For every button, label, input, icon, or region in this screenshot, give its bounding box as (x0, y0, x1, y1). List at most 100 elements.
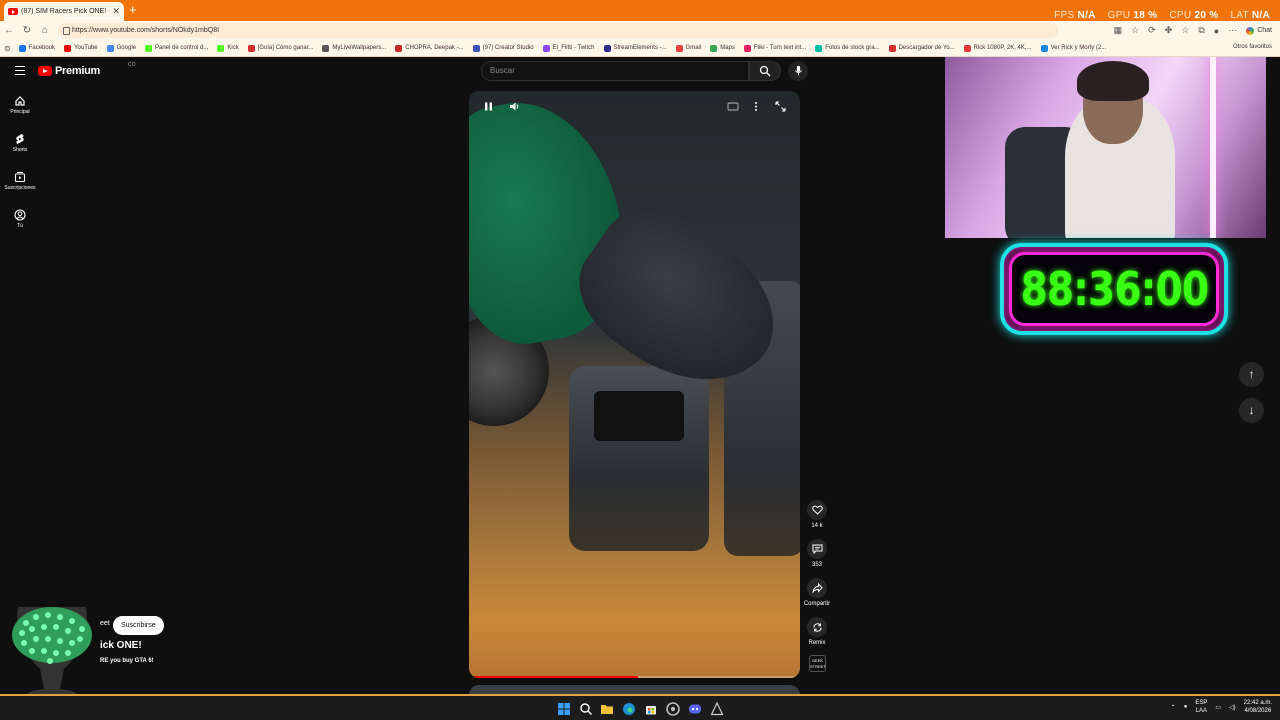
browser-navbar: ← ↻ ⌂ https://www.youtube.com/shorts/NOk… (0, 21, 1280, 40)
remix-action[interactable]: Remix (803, 617, 831, 646)
bookmark-item[interactable]: Facebook (18, 44, 55, 52)
volume-icon[interactable] (509, 101, 520, 112)
youtube-logo[interactable]: Premium CO (38, 62, 136, 77)
bookmark-item[interactable]: (97) Creator Studio (472, 44, 534, 52)
chat-button[interactable]: Chat (1246, 26, 1272, 35)
store-icon[interactable] (644, 702, 658, 716)
bookmark-item[interactable]: StreamElements -... (603, 44, 667, 52)
chrome-icon[interactable] (666, 702, 680, 716)
edge-browser-icon[interactable] (622, 702, 636, 716)
pause-icon[interactable] (483, 101, 494, 112)
bookmark-item[interactable]: Gmail (675, 44, 701, 52)
search-button[interactable] (749, 61, 781, 81)
back-icon[interactable]: ← (0, 25, 18, 36)
remix-button[interactable] (807, 617, 827, 637)
sound-thumbnail[interactable]: GEEK STREET (809, 655, 826, 672)
bookmark-item[interactable]: Maps (710, 44, 735, 52)
bookmark-favicon-icon (18, 44, 26, 52)
bookmark-item[interactable]: Ver Rick y Morty (2... (1040, 44, 1107, 52)
extension-icon[interactable]: ✤ (1165, 25, 1173, 36)
next-short-button[interactable]: ↓ (1239, 398, 1264, 423)
sidebar-item-subscriptions[interactable]: Suscripciones (0, 171, 40, 191)
channel-name[interactable]: eet (100, 620, 110, 627)
bookmark-item[interactable]: Descargador de Yo... (888, 44, 955, 52)
taskbar-search-icon[interactable] (579, 702, 593, 716)
subscriptions-icon (14, 172, 26, 183)
bookmark-item[interactable]: MyLiveWallpapers... (322, 44, 386, 52)
bookmark-item[interactable]: Panel de control d... (145, 44, 208, 52)
browser-tab[interactable]: (87) SIM Racers Pick ONE! - Y ✕ (4, 2, 124, 21)
bookmark-favicon-icon (217, 44, 225, 52)
network-icon[interactable]: ▭ (1215, 704, 1221, 711)
grid-icon[interactable]: ▦ (1114, 25, 1123, 36)
captions-icon[interactable] (727, 101, 739, 112)
shorts-video-player[interactable] (469, 91, 800, 678)
sidebar-item-shorts[interactable]: Shorts (0, 133, 40, 153)
bookmark-label: (97) Creator Studio (482, 45, 534, 51)
bookmark-favicon-icon (472, 44, 480, 52)
windows-start-icon[interactable] (557, 702, 571, 716)
bookmark-item[interactable]: Kick (217, 44, 239, 52)
favorites-icon[interactable]: ☆ (1181, 25, 1189, 36)
sidebar-item-you[interactable]: Tú (0, 209, 40, 229)
sidebar-item-home[interactable]: Principal (0, 95, 40, 115)
browser-titlebar: (87) SIM Racers Pick ONE! - Y ✕ + FPS N/… (0, 0, 1280, 21)
subscribe-button[interactable]: Suscribirse (113, 616, 164, 635)
video-progress-bar[interactable] (469, 676, 800, 678)
comment-button[interactable] (807, 539, 827, 559)
comment-action[interactable]: 353 (803, 539, 831, 568)
address-bar[interactable]: https://www.youtube.com/shorts/NOkdy1mbQ… (58, 23, 1058, 38)
bookmark-item[interactable]: El_Flitti - Twitch (542, 44, 595, 52)
voice-search-button[interactable] (788, 61, 808, 81)
language-indicator[interactable]: ESP LAA (1195, 699, 1207, 715)
like-button[interactable] (807, 500, 827, 520)
speaker-icon[interactable]: ◁) (1229, 704, 1236, 711)
microphone-icon (794, 65, 802, 76)
bookmark-item[interactable]: YouTube (64, 44, 98, 52)
share-action[interactable]: Compartir (803, 578, 831, 607)
discord-icon[interactable] (688, 702, 702, 716)
menu-icon[interactable] (15, 66, 25, 75)
refresh-icon[interactable]: ⟳ (1148, 25, 1156, 36)
windows-taskbar: ⌃ ● ESP LAA ▭ ◁) 22:42 a.m. 4/08/2026 (0, 694, 1280, 720)
bookmark-label: Fotos de stock gra... (825, 45, 880, 51)
bookmark-label: Maps (720, 45, 735, 51)
more-options-icon[interactable] (752, 101, 760, 112)
share-label: Compartir (803, 601, 831, 607)
arrow-down-icon: ↓ (1248, 403, 1255, 417)
bookmark-item[interactable]: Google (106, 44, 136, 52)
file-explorer-icon[interactable] (600, 702, 614, 716)
bookmark-item[interactable]: Rick 1080P, 2K, 4K,... (963, 44, 1032, 52)
bookmark-item[interactable]: Fliki - Turn text int... (743, 44, 806, 52)
bookmark-label: [Guía] Cómo ganar... (257, 45, 314, 51)
bookmarks-toggle-icon[interactable]: ⊜ (4, 44, 11, 53)
reload-icon[interactable]: ↻ (18, 25, 36, 36)
like-action[interactable]: 14 k (803, 500, 831, 529)
tab-close-icon[interactable]: ✕ (112, 6, 120, 17)
app-icon[interactable] (710, 702, 724, 716)
tray-overflow-icon[interactable]: ⌃ (1171, 704, 1176, 711)
clock[interactable]: 22:42 a.m. 4/08/2026 (1244, 699, 1272, 715)
collections-icon[interactable]: ⧉ (1198, 25, 1204, 36)
bookmark-item[interactable]: CHOPRA, Deepak -... (395, 44, 464, 52)
bookmark-star-icon[interactable]: ☆ (1131, 25, 1139, 36)
home-button-icon[interactable]: ⌂ (36, 25, 54, 36)
tray-mic-icon[interactable]: ● (1184, 704, 1188, 710)
more-icon[interactable]: ⋯ (1228, 25, 1237, 36)
share-button[interactable] (807, 578, 827, 598)
bookmark-item[interactable]: Fotos de stock gra... (815, 44, 880, 52)
bookmark-favicon-icon (106, 44, 114, 52)
other-bookmarks[interactable]: Otros favoritos (1233, 44, 1272, 50)
search-input[interactable]: Buscar (481, 61, 749, 81)
toolbar-right: ▦ ☆ ⟳ ✤ ☆ ⧉ ● ⋯ Chat (1114, 21, 1272, 40)
profile-icon[interactable]: ● (1214, 26, 1219, 36)
video-progress-fill (469, 676, 638, 678)
new-tab-button[interactable]: + (129, 3, 137, 17)
bookmark-favicon-icon (1040, 44, 1048, 52)
bookmark-label: Ver Rick y Morty (2... (1050, 45, 1107, 51)
bookmark-item[interactable]: [Guía] Cómo ganar... (247, 44, 314, 52)
bookmark-favicon-icon (542, 44, 550, 52)
fullscreen-icon[interactable] (775, 101, 786, 112)
video-description: RE you buy GTA 6! (100, 658, 154, 664)
previous-short-button[interactable]: ↑ (1239, 362, 1264, 387)
